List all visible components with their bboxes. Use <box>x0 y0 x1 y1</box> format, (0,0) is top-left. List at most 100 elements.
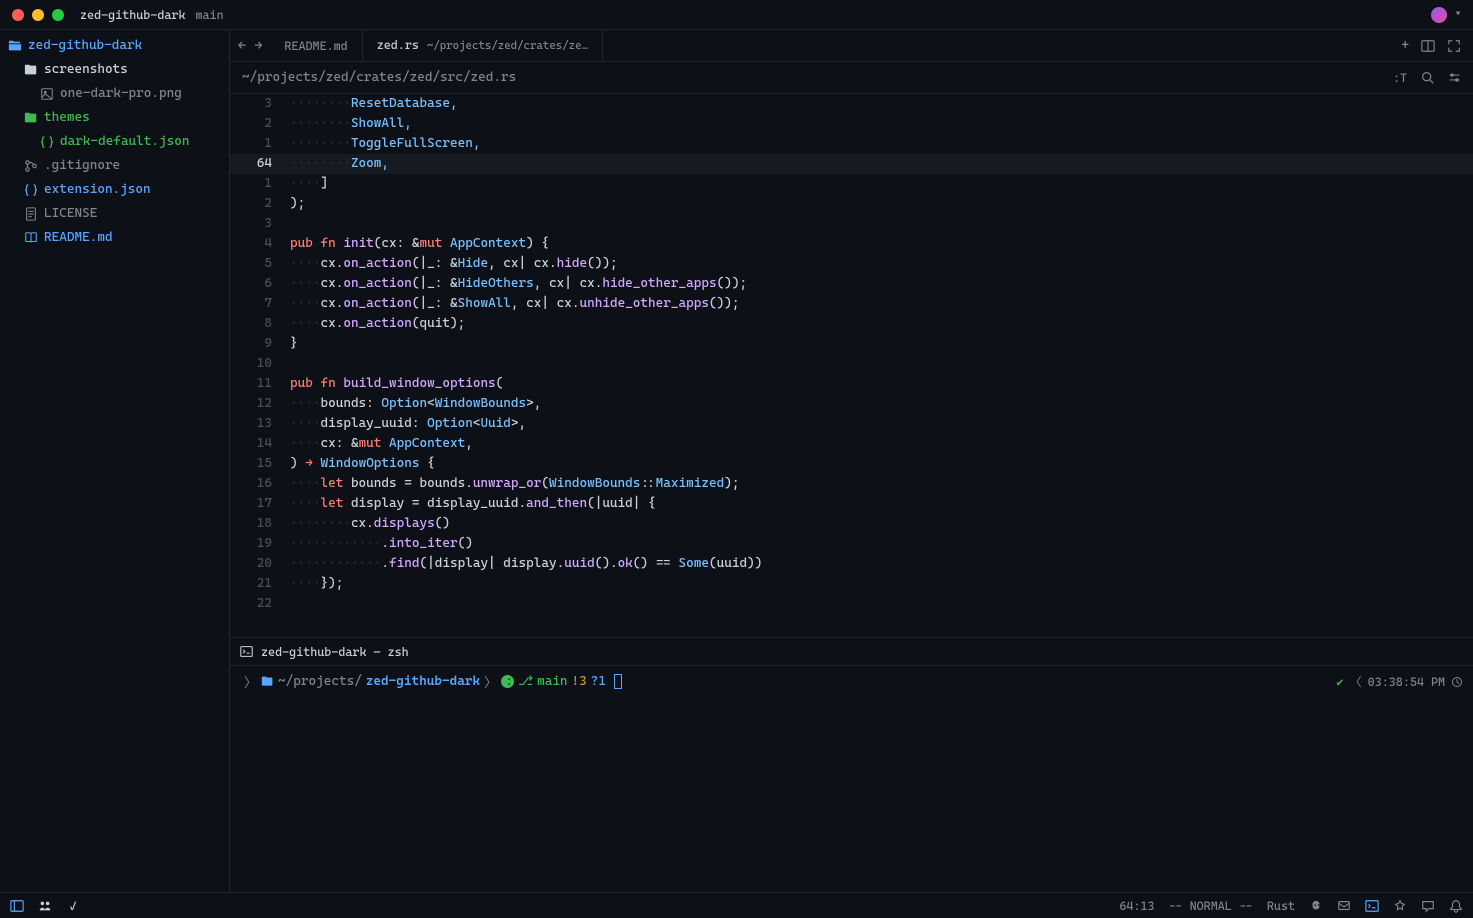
terminal-toggle-icon[interactable] <box>1365 899 1379 913</box>
tab-label: README.md <box>284 39 347 53</box>
tab-path: ~/projects/zed/crates/ze… <box>427 39 588 52</box>
terminal-body[interactable]: 〉 ~/projects/zed-github-dark 〉 ⎇ main !3… <box>230 666 1473 892</box>
folder-icon <box>24 111 38 125</box>
git-icon <box>501 675 514 688</box>
code-line[interactable]: 5····cx.on_action(|_: &Hide, cx| cx.hide… <box>230 254 1473 274</box>
language-label[interactable]: Rust <box>1267 899 1295 913</box>
collab-icon[interactable] <box>38 899 52 913</box>
vim-mode: -- NORMAL -- <box>1169 899 1253 913</box>
root-label: zed-github-dark <box>28 36 142 56</box>
code-line[interactable]: 14····cx: &mut AppContext, <box>230 434 1473 454</box>
prompt-time: 03:38:54 PM <box>1368 675 1445 689</box>
split-pane-icon[interactable] <box>1421 39 1435 53</box>
tree-item-readme-md[interactable]: README.md <box>0 226 229 250</box>
tree-item--gitignore[interactable]: .gitignore <box>0 154 229 178</box>
code-line[interactable]: 2); <box>230 194 1473 214</box>
tree-item-one-dark-pro-png[interactable]: one-dark-pro.png <box>0 82 229 106</box>
settings-icon[interactable] <box>1448 71 1461 85</box>
project-root[interactable]: zed-github-dark <box>0 34 229 58</box>
line-number: 5 <box>230 254 286 274</box>
project-title[interactable]: zed-github-dark <box>80 8 185 22</box>
terminal-tab-label[interactable]: zed-github-dark — zsh <box>261 645 409 659</box>
code-line[interactable]: 9} <box>230 334 1473 354</box>
folder-icon <box>261 675 274 688</box>
cursor-position[interactable]: 64:13 <box>1119 899 1154 913</box>
chat-icon[interactable] <box>1421 899 1435 913</box>
tab-readme-md[interactable]: README.md <box>270 30 362 61</box>
code-line[interactable]: 22 <box>230 594 1473 614</box>
prompt-branch: main <box>537 674 567 689</box>
code-line[interactable]: 12····bounds: Option<WindowBounds>, <box>230 394 1473 414</box>
prompt-path-prefix: ~/projects/ <box>278 674 362 689</box>
code-line[interactable]: 16····let bounds = bounds.unwrap_or(Wind… <box>230 474 1473 494</box>
line-number: 3 <box>230 94 286 114</box>
tree-item-label: LICENSE <box>44 204 97 224</box>
chevron-down-icon[interactable]: ▾ <box>1455 9 1461 20</box>
new-tab-icon[interactable]: + <box>1401 38 1409 53</box>
nav-forward-icon[interactable]: → <box>254 38 262 54</box>
prompt-path: zed-github-dark <box>366 674 480 689</box>
code-line[interactable]: 18········cx.displays() <box>230 514 1473 534</box>
code-line[interactable]: 64········Zoom, <box>230 154 1473 174</box>
code-editor[interactable]: 3········ResetDatabase,2········ShowAll,… <box>230 94 1473 637</box>
diagnostics-check-icon[interactable]: ✓ <box>66 899 80 913</box>
tree-item-extension-json[interactable]: extension.json <box>0 178 229 202</box>
copilot-icon[interactable] <box>1309 899 1323 913</box>
code-line[interactable]: 17····let display = display_uuid.and_the… <box>230 494 1473 514</box>
image-icon <box>40 87 54 101</box>
code-line[interactable]: 1········ToggleFullScreen, <box>230 134 1473 154</box>
line-number: 21 <box>230 574 286 594</box>
line-number: 7 <box>230 294 286 314</box>
line-number: 20 <box>230 554 286 574</box>
expand-icon[interactable] <box>1447 39 1461 53</box>
line-number: 1 <box>230 134 286 154</box>
tree-item-label: screenshots <box>44 60 128 80</box>
code-line[interactable]: 11pub fn build_window_options( <box>230 374 1473 394</box>
minimize-window-button[interactable] <box>32 9 44 21</box>
tree-item-themes[interactable]: themes <box>0 106 229 130</box>
notifications-icon[interactable] <box>1449 899 1463 913</box>
code-line[interactable]: 7····cx.on_action(|_: &ShowAll, cx| cx.u… <box>230 294 1473 314</box>
code-line[interactable]: 19············.into_iter() <box>230 534 1473 554</box>
fullscreen-window-button[interactable] <box>52 9 64 21</box>
code-line[interactable]: 1····] <box>230 174 1473 194</box>
prompt-stat1: !3 <box>572 674 587 689</box>
inlay-hints-icon[interactable]: :T <box>1393 71 1407 85</box>
assistant-icon[interactable] <box>1393 899 1407 913</box>
avatar[interactable] <box>1431 7 1447 23</box>
line-number: 8 <box>230 314 286 334</box>
tree-item-label: README.md <box>44 228 113 248</box>
code-line[interactable]: 13····display_uuid: Option<Uuid>, <box>230 414 1473 434</box>
line-number: 12 <box>230 394 286 414</box>
code-line[interactable]: 10 <box>230 354 1473 374</box>
branch-label[interactable]: main <box>195 8 223 22</box>
line-number: 18 <box>230 514 286 534</box>
code-line[interactable]: 6····cx.on_action(|_: &HideOthers, cx| c… <box>230 274 1473 294</box>
line-number: 13 <box>230 414 286 434</box>
code-line[interactable]: 3 <box>230 214 1473 234</box>
tree-item-dark-default-json[interactable]: dark-default.json <box>0 130 229 154</box>
tree-item-screenshots[interactable]: screenshots <box>0 58 229 82</box>
line-number: 14 <box>230 434 286 454</box>
tree-item-license[interactable]: LICENSE <box>0 202 229 226</box>
code-line[interactable]: 21····}); <box>230 574 1473 594</box>
feedback-icon[interactable] <box>1337 899 1351 913</box>
branch-icon: ⎇ <box>518 674 533 689</box>
code-line[interactable]: 15) → WindowOptions { <box>230 454 1473 474</box>
tab-bar: ← → README.md zed.rs~/projects/zed/crates… <box>230 30 1473 62</box>
terminal-cursor <box>614 674 622 689</box>
search-icon[interactable] <box>1421 71 1434 85</box>
breadcrumb-path[interactable]: ~/projects/zed/crates/zed/src/zed.rs <box>242 70 516 85</box>
tree-item-label: themes <box>44 108 90 128</box>
code-line[interactable]: 3········ResetDatabase, <box>230 94 1473 114</box>
panel-left-icon[interactable] <box>10 899 24 913</box>
json-icon <box>40 135 54 149</box>
nav-back-icon[interactable]: ← <box>238 38 246 54</box>
code-line[interactable]: 2········ShowAll, <box>230 114 1473 134</box>
code-line[interactable]: 4pub fn init(cx: &mut AppContext) { <box>230 234 1473 254</box>
line-number: 1 <box>230 174 286 194</box>
code-line[interactable]: 20············.find(|display| display.uu… <box>230 554 1473 574</box>
tab-zed-rs[interactable]: zed.rs~/projects/zed/crates/ze… <box>363 30 603 61</box>
code-line[interactable]: 8····cx.on_action(quit); <box>230 314 1473 334</box>
close-window-button[interactable] <box>12 9 24 21</box>
